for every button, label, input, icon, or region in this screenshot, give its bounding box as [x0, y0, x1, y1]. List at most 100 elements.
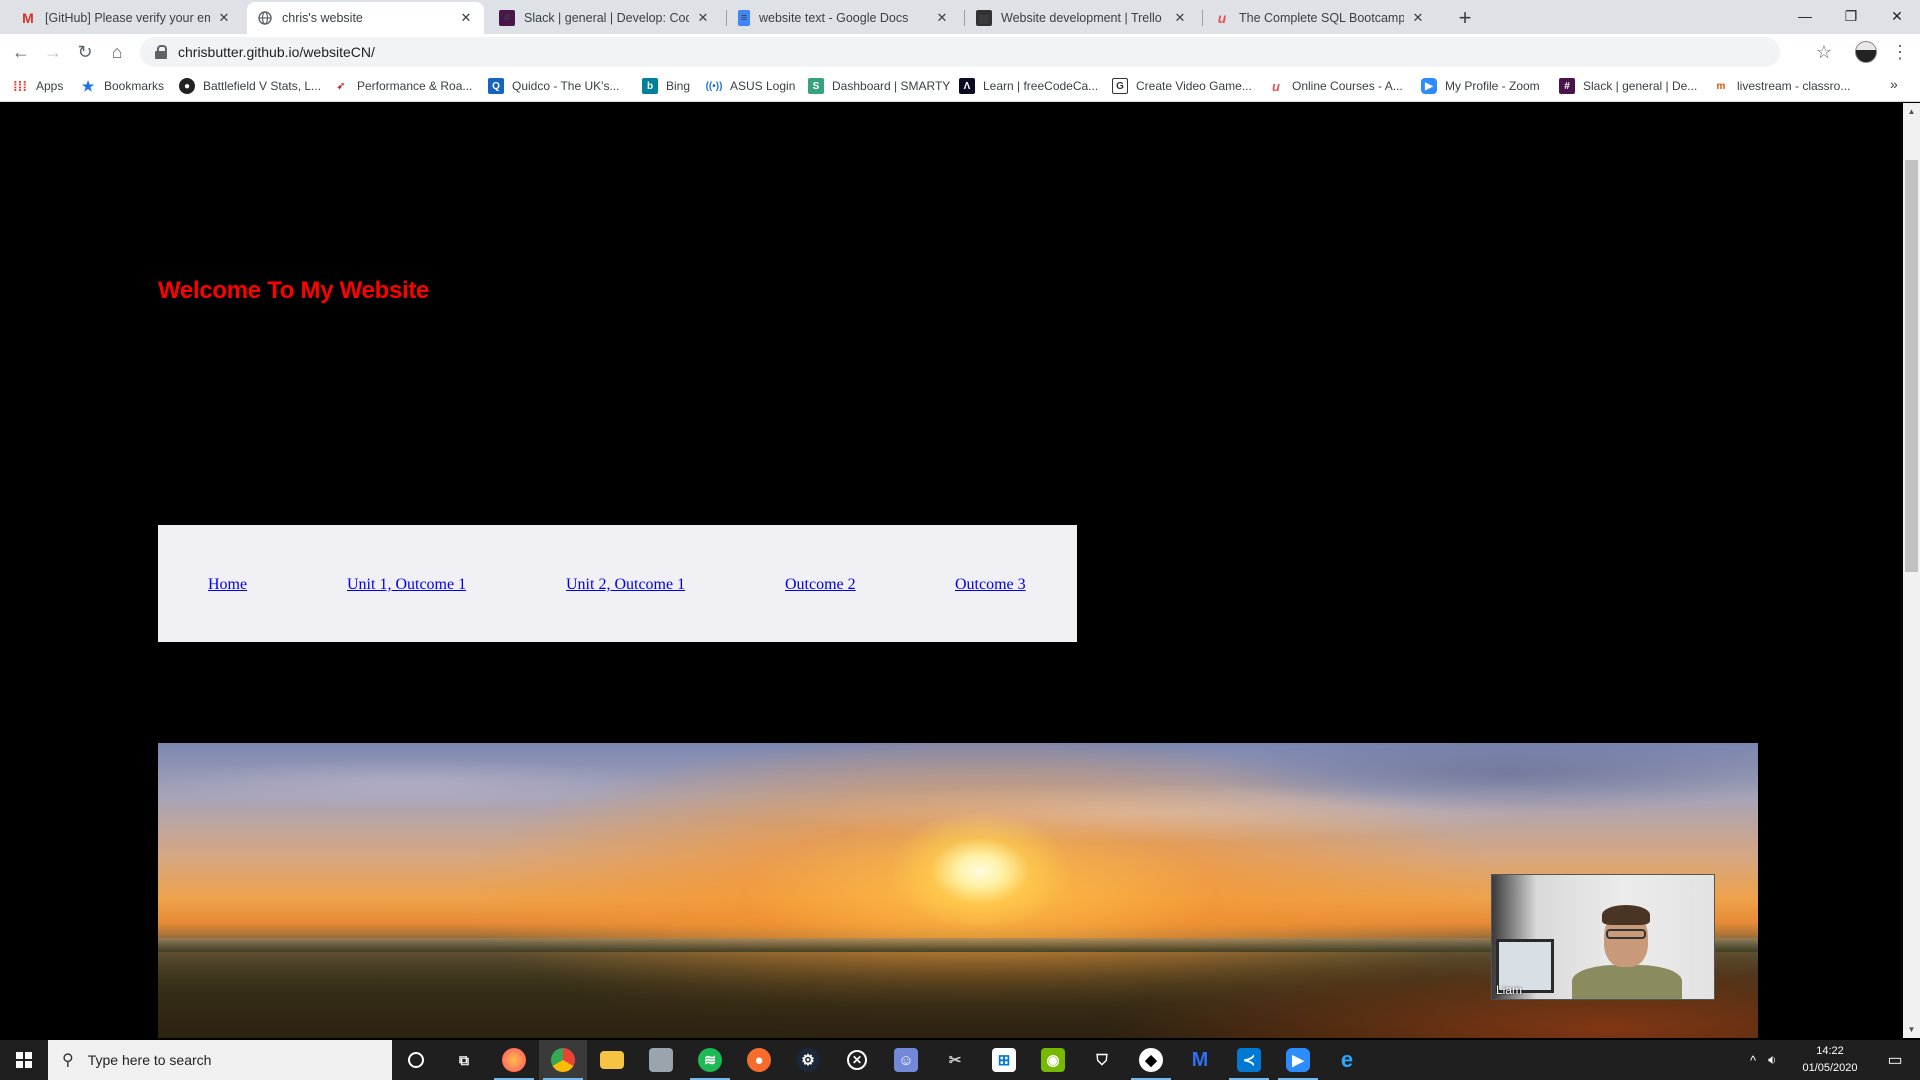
new-tab-button[interactable]: +	[1453, 5, 1477, 30]
tab-trello[interactable]: ▥ Website development | Trello ✕	[966, 2, 1198, 34]
taskbar-origin[interactable]: ●	[735, 1040, 783, 1080]
taskbar-tool[interactable]: ✂	[931, 1040, 979, 1080]
bookmark-zoom-profile[interactable]: ▶ My Profile - Zoom	[1421, 77, 1540, 95]
taskbar-spotify[interactable]: ≋	[686, 1040, 734, 1080]
page-scrollbar[interactable]: ▲ ▼	[1903, 103, 1920, 1038]
scroll-up-arrow-icon[interactable]: ▲	[1903, 103, 1920, 120]
taskbar-file-explorer[interactable]	[588, 1040, 636, 1080]
task-view-icon: ⧉	[459, 1051, 469, 1068]
freecodecamp-icon: Λ	[959, 78, 975, 94]
bookmark-slack-general[interactable]: # Slack | general | De...	[1559, 77, 1697, 95]
taskbar-app-circle[interactable]: ◆	[1127, 1040, 1175, 1080]
bookmark-bookmarks[interactable]: ★ Bookmarks	[80, 77, 164, 95]
volume-icon[interactable]: 🔉︎	[1768, 1052, 1776, 1068]
document-icon: G	[1112, 78, 1128, 94]
close-icon[interactable]: ✕	[934, 10, 950, 26]
bookmark-apps[interactable]: ⁞⁞⁞ Apps	[12, 77, 63, 95]
taskbar-malwarebytes[interactable]: M	[1176, 1040, 1224, 1080]
bookmark-online-courses[interactable]: u Online Courses - A...	[1268, 77, 1403, 95]
close-icon[interactable]: ✕	[1410, 10, 1426, 26]
task-view-button[interactable]: ⧉	[440, 1040, 488, 1080]
forward-button[interactable]: →	[39, 38, 67, 66]
tab-sql-bootcamp[interactable]: u The Complete SQL Bootcamp for ✕	[1204, 2, 1436, 34]
nav-link-outcome3[interactable]: Outcome 3	[955, 576, 1026, 594]
bookmark-quidco[interactable]: Q Quidco - The UK's...	[488, 77, 619, 95]
scroll-down-arrow-icon[interactable]: ▼	[1903, 1021, 1920, 1038]
tab-github-verify[interactable]: M [GitHub] Please verify your email ✕	[10, 2, 242, 34]
bookmark-create-video-game[interactable]: G Create Video Game...	[1112, 77, 1252, 95]
taskbar-security[interactable]: ⛉	[1078, 1040, 1126, 1080]
close-window-button[interactable]: ✕	[1874, 0, 1920, 32]
folder-icon	[600, 1051, 624, 1069]
tray-overflow-icon[interactable]: ^	[1750, 1053, 1756, 1068]
minimize-button[interactable]: —	[1782, 0, 1828, 32]
taskbar-vscode[interactable]: ≺	[1225, 1040, 1273, 1080]
close-icon[interactable]: ✕	[458, 10, 474, 26]
back-button[interactable]: ←	[7, 38, 35, 66]
start-button[interactable]	[0, 1040, 48, 1080]
notification-center-icon[interactable]: ▭	[1870, 1040, 1920, 1080]
video-call-overlay[interactable]: Liam	[1491, 874, 1715, 1000]
taskbar-edge[interactable]: e	[1323, 1040, 1371, 1080]
nvidia-icon: ◉	[1041, 1048, 1065, 1072]
bookmark-battlefield[interactable]: ● Battlefield V Stats, L...	[179, 77, 321, 95]
zoom-icon: ▶	[1286, 1048, 1310, 1072]
nav-link-outcome2[interactable]: Outcome 2	[785, 576, 856, 594]
taskbar-nvidia[interactable]: ◉	[1029, 1040, 1077, 1080]
slack-icon: #	[499, 10, 515, 26]
taskbar-chrome[interactable]	[539, 1040, 587, 1080]
menu-icon[interactable]: ⋮	[1891, 40, 1909, 64]
bookmark-freecodecamp[interactable]: Λ Learn | freeCodeCa...	[959, 77, 1098, 95]
nav-link-unit1-outcome1[interactable]: Unit 1, Outcome 1	[347, 576, 466, 594]
bookmark-bing[interactable]: b Bing	[642, 77, 690, 95]
tab-google-docs[interactable]: ≡ website text - Google Docs ✕	[728, 2, 960, 34]
app-icon	[649, 1048, 673, 1072]
bookmark-asus[interactable]: ((•)) ASUS Login	[705, 77, 796, 95]
bookmark-performance[interactable]: ➶ Performance & Roa...	[333, 77, 473, 95]
taskbar-steam[interactable]: ⚙	[784, 1040, 832, 1080]
nav-link-home[interactable]: Home	[208, 576, 247, 594]
taskbar-zoom[interactable]: ▶	[1274, 1040, 1322, 1080]
taskbar-xbox[interactable]: ✕	[833, 1040, 881, 1080]
bookmarks-overflow-button[interactable]: »	[1890, 76, 1898, 92]
slack-icon: #	[1559, 78, 1575, 94]
tab-separator	[1202, 10, 1203, 26]
address-bar[interactable]: chrisbutter.github.io/websiteCN/	[140, 37, 1780, 67]
clock-time: 14:22	[1816, 1045, 1844, 1057]
taskbar-search[interactable]: ⚲ Type here to search	[48, 1040, 392, 1080]
xbox-icon: ✕	[847, 1050, 867, 1070]
bookmarks-bar: ⁞⁞⁞ Apps ★ Bookmarks ● Battlefield V Sta…	[0, 70, 1920, 102]
tab-title: chris's website	[282, 11, 363, 25]
scrollbar-thumb[interactable]	[1905, 160, 1918, 572]
tab-slack-general[interactable]: # Slack | general | Develop: Coding ✕	[489, 2, 721, 34]
nav-link-unit2-outcome1[interactable]: Unit 2, Outcome 1	[566, 576, 685, 594]
restore-button[interactable]: ❐	[1828, 0, 1874, 32]
taskbar-discord[interactable]: ☺	[882, 1040, 930, 1080]
taskbar-firefox[interactable]	[490, 1040, 538, 1080]
taskbar-app[interactable]	[637, 1040, 685, 1080]
bookmark-label: Battlefield V Stats, L...	[203, 79, 322, 93]
taskbar-clock[interactable]: 14:22 01/05/2020	[1790, 1043, 1870, 1077]
discord-icon: ☺	[894, 1048, 918, 1072]
bookmark-label: Learn | freeCodeCa...	[983, 79, 1099, 93]
classroom-icon: m	[1716, 80, 1726, 92]
home-button[interactable]: ⌂	[103, 38, 131, 66]
tab-chris-website[interactable]: chris's website ✕	[247, 2, 484, 34]
profile-avatar[interactable]	[1855, 41, 1877, 63]
close-icon[interactable]: ✕	[1172, 10, 1188, 26]
bookmark-star-icon[interactable]: ☆	[1812, 40, 1836, 64]
clock-date: 01/05/2020	[1802, 1062, 1858, 1074]
shield-icon: ⛉	[1096, 1051, 1108, 1069]
url-text: chrisbutter.github.io/websiteCN/	[178, 44, 375, 60]
taskbar-store[interactable]: ⊞	[980, 1040, 1028, 1080]
page-title: Welcome To My Website	[158, 277, 430, 304]
reload-button[interactable]: ↻	[71, 38, 99, 66]
asus-icon: ((•))	[705, 80, 723, 92]
close-icon[interactable]: ✕	[216, 10, 232, 26]
close-icon[interactable]: ✕	[695, 10, 711, 26]
bookmark-label: Apps	[36, 79, 64, 93]
cortana-button[interactable]	[392, 1040, 440, 1080]
bookmark-livestream[interactable]: m livestream - classro...	[1713, 77, 1851, 95]
bookmark-smarty[interactable]: S Dashboard | SMARTY	[808, 77, 950, 95]
tab-title: [GitHub] Please verify your email	[45, 11, 210, 25]
